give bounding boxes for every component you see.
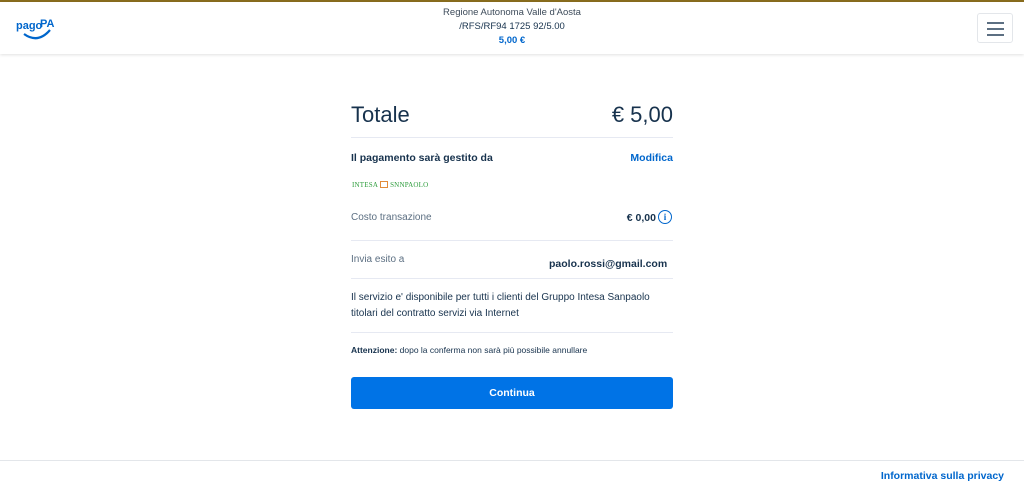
header-bar: pago PA Regione Autonoma Valle d'Aosta /… — [0, 2, 1024, 54]
cost-label: Costo transazione — [351, 212, 432, 223]
beneficiary-name: Regione Autonoma Valle d'Aosta — [443, 7, 581, 18]
managed-by-label: Il pagamento sarà gestito da — [351, 152, 493, 164]
footer: Informativa sulla privacy — [0, 460, 1024, 488]
modify-link[interactable]: Modifica — [630, 152, 673, 164]
total-amount: € 5,00 — [611, 102, 673, 127]
payment-summary-card: Totale € 5,00 — [351, 96, 673, 138]
service-description: Il servizio e' disponibile per tutti i c… — [351, 292, 650, 319]
divider — [351, 278, 673, 279]
warning-bold: Attenzione: — [351, 345, 398, 355]
bank-name-left: INTESA — [352, 181, 379, 189]
cost-value: € 0,00 — [626, 212, 656, 224]
info-icon[interactable]: i — [658, 210, 672, 224]
warning-text: dopo la conferma non sarà più possibile … — [397, 345, 588, 355]
divider — [351, 240, 673, 241]
bank-logo: INTESA SNNPAOLO — [352, 181, 428, 189]
send-to-email: paolo.rossi@gmail.com — [549, 258, 668, 270]
bank-name-right: SNNPAOLO — [390, 181, 429, 189]
send-to-label: Invia esito a — [351, 254, 405, 265]
total-label: Totale — [351, 102, 410, 127]
payment-info-header: Regione Autonoma Valle d'Aosta /RFS/RF94… — [362, 6, 662, 48]
svg-text:PA: PA — [40, 18, 55, 30]
continue-button[interactable]: Continua — [351, 377, 673, 409]
payment-reference: /RFS/RF94 1725 92/5.00 — [459, 21, 565, 32]
menu-button[interactable] — [977, 13, 1013, 43]
pagopa-logo[interactable]: pago PA — [14, 14, 58, 44]
divider — [351, 332, 673, 333]
bank-logo-mark — [380, 181, 389, 188]
hamburger-icon-bar — [987, 28, 1004, 30]
svg-text:pago: pago — [16, 20, 43, 32]
privacy-link[interactable]: Informativa sulla privacy — [881, 470, 1004, 482]
total-row: Totale € 5,00 — [351, 96, 673, 138]
hamburger-icon — [987, 22, 1004, 24]
hamburger-icon-bar — [987, 34, 1004, 36]
warning-note: Attenzione: dopo la conferma non sarà pi… — [351, 345, 587, 355]
payment-amount: 5,00 € — [498, 35, 526, 46]
